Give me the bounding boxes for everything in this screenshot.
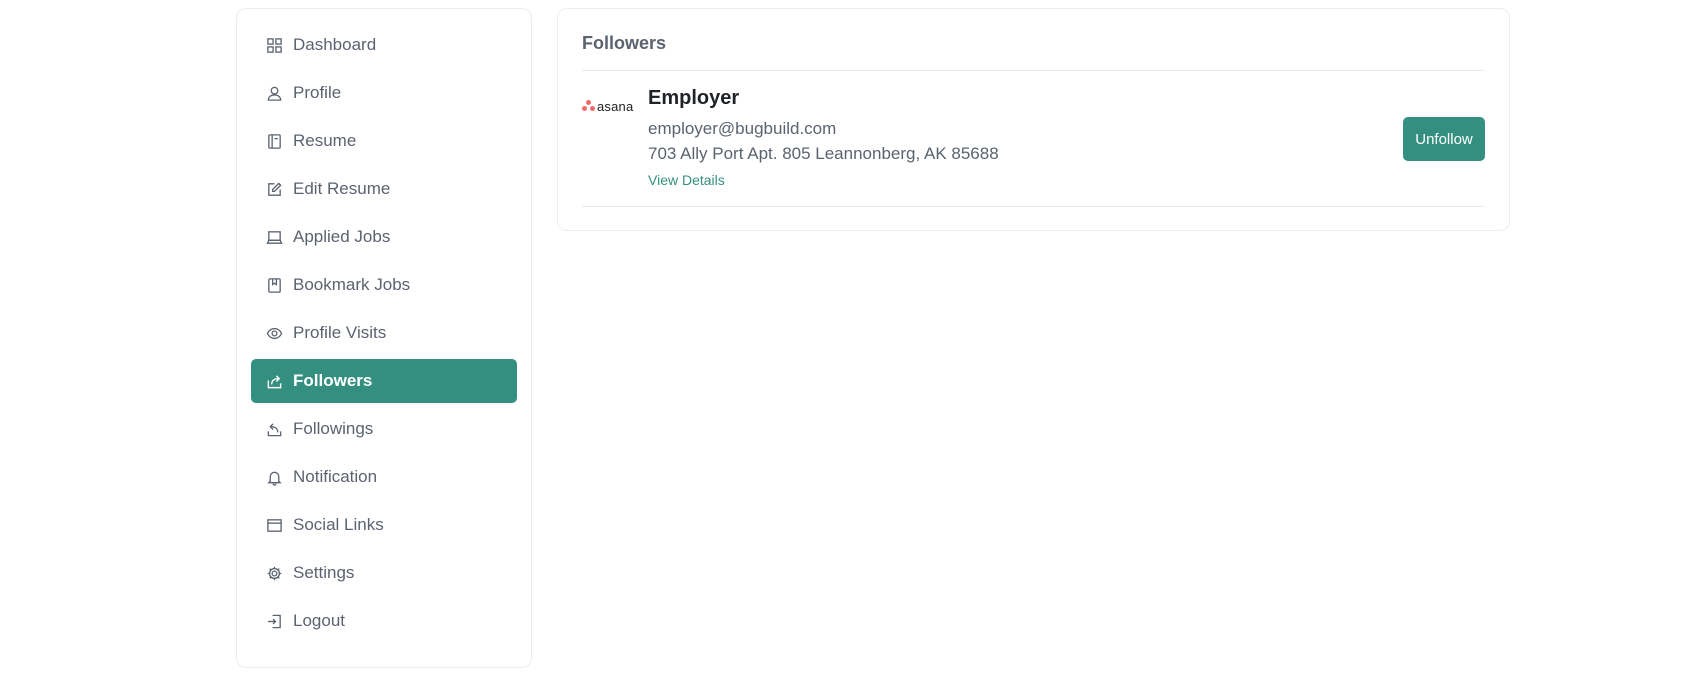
- sidebar-item-notification[interactable]: Notification: [251, 455, 517, 499]
- page-title: Followers: [582, 9, 1485, 71]
- follower-name: Employer: [648, 87, 740, 109]
- sidebar-item-settings[interactable]: Settings: [251, 551, 517, 595]
- user-icon: [265, 84, 283, 102]
- gear-icon: [265, 564, 283, 582]
- sidebar-item-bookmark-jobs[interactable]: Bookmark Jobs: [251, 263, 517, 307]
- share-icon: [265, 372, 283, 390]
- sidebar-nav: Dashboard Profile Resume Edit Resume App…: [236, 8, 532, 668]
- sidebar-item-label: Bookmark Jobs: [293, 275, 411, 294]
- share-back-icon: [265, 420, 283, 438]
- dashboard-icon: [265, 36, 283, 54]
- sidebar-item-profile-visits[interactable]: Profile Visits: [251, 311, 517, 355]
- laptop-icon: [265, 228, 283, 246]
- bell-icon: [265, 468, 283, 486]
- sidebar-item-label: Followings: [293, 419, 374, 438]
- sidebar-item-logout[interactable]: Logout: [251, 599, 517, 643]
- view-details-link[interactable]: View Details: [648, 172, 725, 188]
- sidebar-item-followings[interactable]: Followings: [251, 407, 517, 451]
- follower-email: employer@bugbuild.com: [648, 119, 837, 138]
- sidebar-item-social-links[interactable]: Social Links: [251, 503, 517, 547]
- sidebar-item-label: Edit Resume: [293, 179, 391, 198]
- sidebar-item-dashboard[interactable]: Dashboard: [251, 23, 517, 67]
- edit-icon: [265, 180, 283, 198]
- sidebar-item-label: Profile: [293, 83, 342, 102]
- sidebar-item-label: Followers: [293, 371, 373, 390]
- sidebar-item-followers[interactable]: Followers: [251, 359, 517, 403]
- browser-icon: [265, 516, 283, 534]
- document-icon: [265, 132, 283, 150]
- follower-address: 703 Ally Port Apt. 805 Leannonberg, AK 8…: [648, 144, 999, 163]
- follower-info: Employer employer@bugbuild.com 703 Ally …: [648, 87, 999, 190]
- asana-logo-icon: [582, 100, 595, 112]
- logout-icon: [265, 612, 283, 630]
- sidebar-item-edit-resume[interactable]: Edit Resume: [251, 167, 517, 211]
- bookmark-icon: [265, 276, 283, 294]
- sidebar-item-label: Resume: [293, 131, 357, 150]
- list-item: asana Employer employer@bugbuild.com 703…: [582, 71, 1485, 207]
- sidebar-item-label: Settings: [293, 563, 355, 582]
- sidebar-item-applied-jobs[interactable]: Applied Jobs: [251, 215, 517, 259]
- sidebar-item-label: Profile Visits: [293, 323, 387, 342]
- sidebar-item-resume[interactable]: Resume: [251, 119, 517, 163]
- unfollow-button[interactable]: Unfollow: [1403, 117, 1485, 161]
- sidebar-item-label: Applied Jobs: [293, 227, 391, 246]
- sidebar-item-profile[interactable]: Profile: [251, 71, 517, 115]
- sidebar-item-label: Logout: [293, 611, 345, 630]
- eye-icon: [265, 324, 283, 342]
- sidebar-item-label: Dashboard: [293, 35, 377, 54]
- sidebar-item-label: Notification: [293, 467, 378, 486]
- followers-panel: Followers asana Employer employer@bugbui…: [557, 8, 1510, 231]
- logo-text: asana: [597, 98, 634, 114]
- sidebar-item-label: Social Links: [293, 515, 384, 534]
- company-logo: asana: [582, 95, 648, 117]
